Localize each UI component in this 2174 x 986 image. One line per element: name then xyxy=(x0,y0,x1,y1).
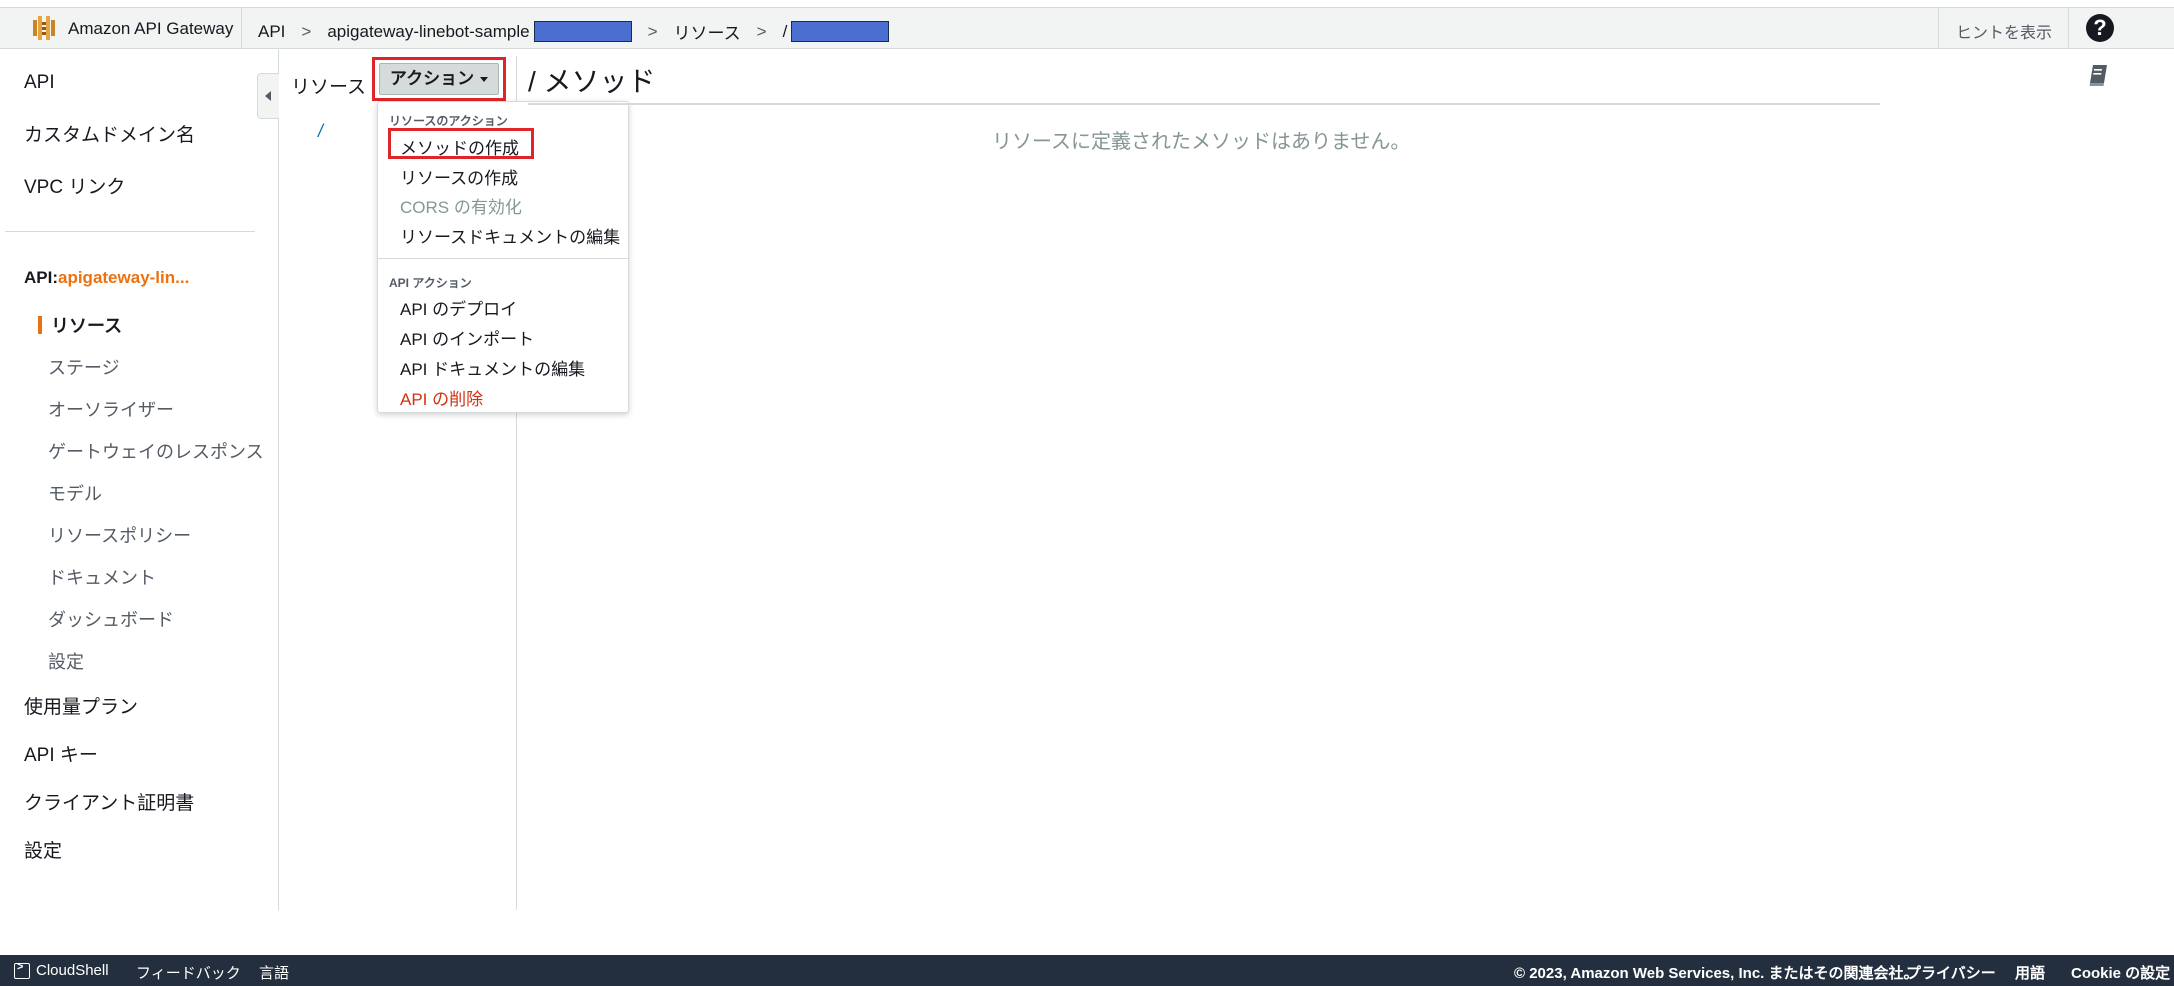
menu-group-api-actions: API アクション xyxy=(389,276,472,290)
footer-cloudshell[interactable]: CloudShell xyxy=(36,962,109,979)
nav-api-header: API: apigateway-lin... xyxy=(24,268,189,288)
service-name[interactable]: Amazon API Gateway xyxy=(68,19,233,39)
breadcrumb-root[interactable]: / xyxy=(783,22,788,42)
breadcrumb-api-name[interactable]: apigateway-linebot-sample xyxy=(327,22,529,42)
menu-item-delete-api[interactable]: API の削除 xyxy=(400,385,483,410)
show-hints-link[interactable]: ヒントを表示 xyxy=(1956,19,2052,43)
menu-item-enable-cors: CORS の有効化 xyxy=(400,198,522,217)
footer-privacy[interactable]: プライバシー xyxy=(1906,962,1996,983)
nav-item-api-keys[interactable]: API キー xyxy=(24,740,98,767)
footer-feedback[interactable]: フィードバック xyxy=(136,962,241,983)
footer-language[interactable]: 言語 xyxy=(259,962,289,983)
api-gateway-logo-icon[interactable] xyxy=(30,14,58,42)
method-title-divider xyxy=(528,103,1880,105)
nav-item-models[interactable]: モデル xyxy=(48,480,102,506)
redacted-resource-id xyxy=(791,21,890,42)
nav-api-name[interactable]: apigateway-lin... xyxy=(58,268,189,288)
breadcrumb-resources[interactable]: リソース xyxy=(674,19,741,44)
method-panel-title: / メソッド xyxy=(528,66,656,97)
nav-item-vpc-link[interactable]: VPC リンク xyxy=(24,172,125,199)
chevron-left-icon xyxy=(265,91,271,101)
left-navigation: API カスタムドメイン名 VPC リンク API: apigateway-li… xyxy=(0,50,279,910)
nav-item-resources[interactable]: リソース xyxy=(51,312,122,338)
topbar-divider xyxy=(241,8,242,48)
actions-button-label: アクション xyxy=(389,69,475,88)
menu-divider xyxy=(378,258,628,259)
cloudshell-icon xyxy=(14,961,30,979)
no-methods-message: リソースに定義されたメソッドはありません。 xyxy=(992,131,1411,153)
nav-item-custom-domain[interactable]: カスタムドメイン名 xyxy=(24,120,195,147)
footer: CloudShell フィードバック 言語 © 2023, Amazon Web… xyxy=(0,955,2174,986)
nav-item-settings[interactable]: 設定 xyxy=(24,836,62,863)
collapse-nav-button[interactable] xyxy=(257,73,279,119)
top-bar: Amazon API Gateway API > apigateway-line… xyxy=(0,7,2174,49)
nav-item-stages[interactable]: ステージ xyxy=(48,354,120,380)
menu-item-deploy-api[interactable]: API のデプロイ xyxy=(400,295,517,320)
topbar-divider xyxy=(2068,8,2069,48)
menu-item-edit-api-docs[interactable]: API ドキュメントの編集 xyxy=(400,355,585,380)
resources-title: リソース xyxy=(291,77,367,98)
nav-item-usage-plans[interactable]: 使用量プラン xyxy=(24,692,138,719)
nav-item-documentation[interactable]: ドキュメント xyxy=(48,564,156,590)
nav-api-prefix: API: xyxy=(24,268,58,287)
footer-cookie-settings[interactable]: Cookie の設定 xyxy=(2071,962,2170,983)
breadcrumb-separator: > xyxy=(756,21,767,41)
actions-button[interactable]: アクション xyxy=(379,63,499,95)
caret-down-icon xyxy=(480,77,489,83)
book-icon[interactable] xyxy=(2088,63,2110,87)
breadcrumb-api[interactable]: API xyxy=(258,22,285,42)
redacted-api-id xyxy=(533,21,632,42)
menu-item-import-api[interactable]: API のインポート xyxy=(400,325,534,350)
menu-item-create-resource[interactable]: リソースの作成 xyxy=(400,164,518,189)
menu-group-resource-actions: リソースのアクション xyxy=(389,114,508,128)
nav-item-api-settings[interactable]: 設定 xyxy=(48,648,84,674)
topbar-divider xyxy=(1938,8,1939,48)
nav-item-resource-policy[interactable]: リソースポリシー xyxy=(48,522,191,548)
footer-terms[interactable]: 用語 xyxy=(2015,962,2045,983)
nav-item-api[interactable]: API xyxy=(24,72,55,94)
breadcrumb: API > apigateway-linebot-sample > リソース >… xyxy=(258,19,890,44)
menu-item-edit-resource-docs[interactable]: リソースドキュメントの編集 xyxy=(400,223,620,248)
nav-item-client-certificates[interactable]: クライアント証明書 xyxy=(24,788,194,815)
nav-item-dashboard[interactable]: ダッシュボード xyxy=(48,606,174,632)
help-icon[interactable]: ? xyxy=(2086,14,2114,42)
resource-tree-root[interactable]: / xyxy=(318,121,323,142)
nav-divider xyxy=(5,231,255,232)
footer-copyright: © 2023, Amazon Web Services, Inc. またはその関… xyxy=(1514,965,1919,982)
breadcrumb-separator: > xyxy=(647,21,658,41)
breadcrumb-separator: > xyxy=(301,21,312,41)
highlight-box-create-method xyxy=(388,128,534,159)
active-indicator xyxy=(38,316,42,334)
nav-item-authorizers[interactable]: オーソライザー xyxy=(48,396,174,422)
nav-item-gateway-responses[interactable]: ゲートウェイのレスポンス xyxy=(48,438,264,464)
